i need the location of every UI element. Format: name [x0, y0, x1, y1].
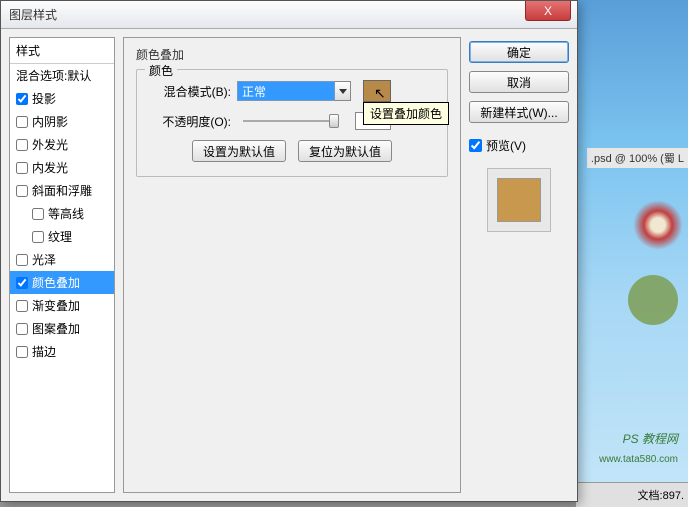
style-item-bevel-emboss[interactable]: 斜面和浮雕 — [10, 179, 114, 202]
blend-mode-row: 混合模式(B): 正常 ↖ 设置叠加颜色 — [149, 80, 435, 102]
preview-label: 预览(V) — [486, 137, 526, 154]
opacity-slider[interactable] — [243, 120, 339, 122]
checkbox-outer-glow[interactable] — [16, 139, 28, 151]
style-label: 等高线 — [48, 205, 84, 222]
checkbox-pattern-overlay[interactable] — [16, 323, 28, 335]
style-item-pattern-overlay[interactable]: 图案叠加 — [10, 317, 114, 340]
blend-mode-value[interactable]: 正常 — [237, 81, 335, 101]
checkbox-gradient-overlay[interactable] — [16, 300, 28, 312]
style-item-stroke[interactable]: 描边 — [10, 340, 114, 363]
layer-style-dialog: 图层样式 X 样式 混合选项:默认 投影 内阴影 外发光 内发光 — [0, 0, 578, 502]
titlebar[interactable]: 图层样式 X — [1, 1, 577, 29]
checkbox-texture[interactable] — [32, 231, 44, 243]
section-title: 颜色叠加 — [136, 46, 448, 63]
decorative-graphic — [633, 200, 683, 250]
style-item-inner-shadow[interactable]: 内阴影 — [10, 110, 114, 133]
style-label: 内发光 — [32, 159, 68, 176]
style-label: 斜面和浮雕 — [32, 182, 92, 199]
style-label: 投影 — [32, 90, 56, 107]
preview-checkbox[interactable] — [469, 139, 482, 152]
chevron-down-icon — [339, 89, 347, 94]
preview-toggle-row: 预览(V) — [469, 137, 569, 154]
blending-options-item[interactable]: 混合选项:默认 — [10, 64, 114, 87]
checkbox-color-overlay[interactable] — [16, 277, 28, 289]
style-item-gradient-overlay[interactable]: 渐变叠加 — [10, 294, 114, 317]
cursor-icon: ↖ — [374, 85, 386, 102]
close-button[interactable]: X — [525, 1, 571, 21]
preview-box — [487, 168, 551, 232]
blend-mode-combo[interactable]: 正常 — [237, 81, 351, 101]
fieldset-legend: 颜色 — [145, 62, 177, 79]
color-swatch-tooltip: 设置叠加颜色 — [363, 102, 449, 125]
close-icon: X — [544, 4, 552, 18]
app-background: .psd @ 100% (蜀 L PS 教程网 www.tata580.com … — [576, 0, 688, 507]
checkbox-bevel-emboss[interactable] — [16, 185, 28, 197]
opacity-label: 不透明度(O): — [149, 113, 231, 130]
style-item-texture[interactable]: 纹理 — [10, 225, 114, 248]
blend-mode-dropdown-button[interactable] — [335, 81, 351, 101]
style-item-drop-shadow[interactable]: 投影 — [10, 87, 114, 110]
style-label: 渐变叠加 — [32, 297, 80, 314]
styles-header[interactable]: 样式 — [10, 38, 114, 64]
style-label: 图案叠加 — [32, 320, 80, 337]
watermark-brand: PS 教程网 — [623, 430, 678, 447]
status-bar: 文档:897. — [576, 482, 688, 507]
color-fieldset: 颜色 混合模式(B): 正常 ↖ 设置叠加颜色 不透明度(O): — [136, 69, 448, 177]
styles-list-panel: 样式 混合选项:默认 投影 内阴影 外发光 内发光 斜面和浮雕 — [9, 37, 115, 493]
style-item-satin[interactable]: 光泽 — [10, 248, 114, 271]
canvas-title: .psd @ 100% (蜀 L — [587, 148, 688, 168]
checkbox-contour[interactable] — [32, 208, 44, 220]
style-label: 描边 — [32, 343, 56, 360]
dialog-title: 图层样式 — [9, 6, 57, 23]
decorative-graphic — [628, 275, 678, 325]
new-style-button[interactable]: 新建样式(W)... — [469, 101, 569, 123]
style-label: 纹理 — [48, 228, 72, 245]
style-item-outer-glow[interactable]: 外发光 — [10, 133, 114, 156]
dialog-buttons-panel: 确定 取消 新建样式(W)... 预览(V) — [469, 37, 569, 493]
preview-swatch — [497, 178, 541, 222]
style-item-color-overlay[interactable]: 颜色叠加 — [10, 271, 114, 294]
checkbox-inner-shadow[interactable] — [16, 116, 28, 128]
cancel-button[interactable]: 取消 — [469, 71, 569, 93]
blend-mode-label: 混合模式(B): — [149, 83, 231, 100]
style-label: 内阴影 — [32, 113, 68, 130]
checkbox-satin[interactable] — [16, 254, 28, 266]
watermark-url: www.tata580.com — [599, 454, 678, 465]
opacity-slider-thumb[interactable] — [329, 114, 339, 128]
style-label: 光泽 — [32, 251, 56, 268]
reset-default-button[interactable]: 复位为默认值 — [298, 140, 392, 162]
checkbox-stroke[interactable] — [16, 346, 28, 358]
checkbox-inner-glow[interactable] — [16, 162, 28, 174]
style-label: 颜色叠加 — [32, 274, 80, 291]
ok-button[interactable]: 确定 — [469, 41, 569, 63]
style-item-inner-glow[interactable]: 内发光 — [10, 156, 114, 179]
settings-panel: 颜色叠加 颜色 混合模式(B): 正常 ↖ 设置叠加颜色 — [123, 37, 461, 493]
set-default-button[interactable]: 设置为默认值 — [192, 140, 286, 162]
style-item-contour[interactable]: 等高线 — [10, 202, 114, 225]
style-label: 外发光 — [32, 136, 68, 153]
overlay-color-swatch[interactable]: ↖ — [363, 80, 391, 102]
checkbox-drop-shadow[interactable] — [16, 93, 28, 105]
